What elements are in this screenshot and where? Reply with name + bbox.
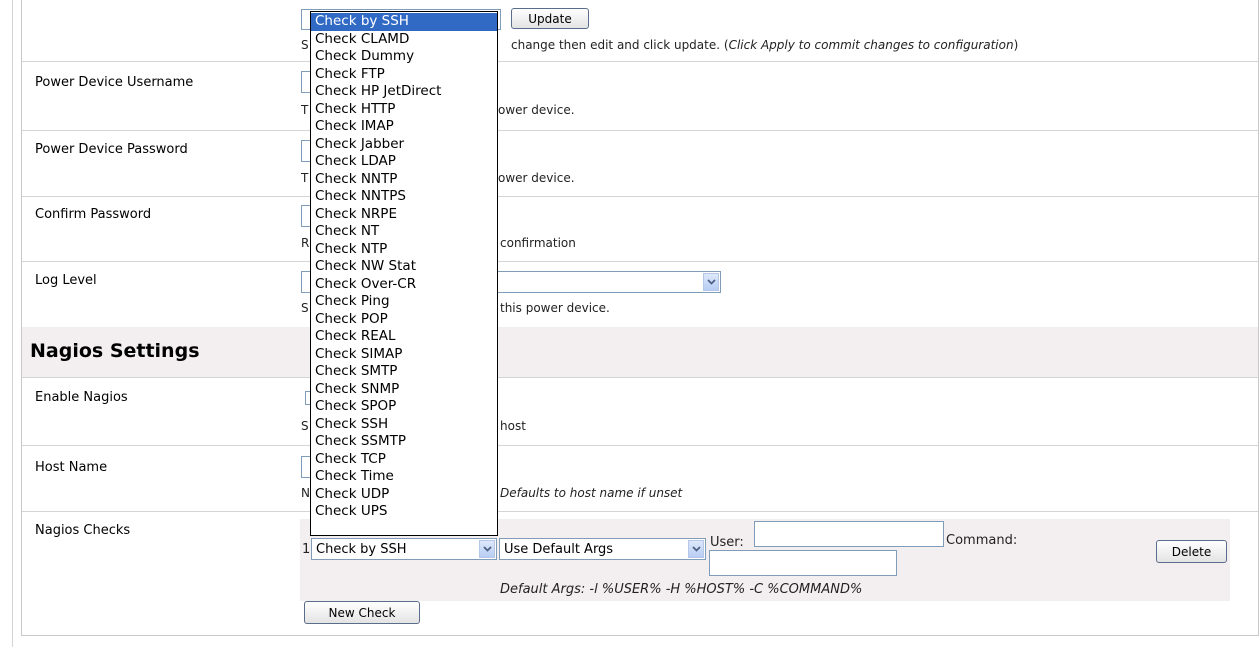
loglevel-help-prefix: S	[301, 301, 309, 315]
username-help: ower device.	[498, 103, 575, 117]
dropdown-option[interactable]: Check SIMAP	[311, 346, 497, 364]
dropdown-option[interactable]: Check NT	[311, 223, 497, 241]
nagios-checks-row: Nagios Checks 1 Check by SSH Use Default…	[22, 511, 1258, 635]
username-help-prefix: T	[301, 103, 309, 117]
hostname-row: Host Name N Defaults to host name if uns…	[22, 445, 1258, 512]
dropdown-option[interactable]: Check LDAP	[311, 153, 497, 171]
hostname-label: Host Name	[35, 460, 108, 475]
nagios-checks-label: Nagios Checks	[35, 523, 131, 538]
password-help-prefix: T	[301, 171, 309, 185]
delete-button[interactable]: Delete	[1156, 540, 1227, 563]
dropdown-option[interactable]: Check REAL	[311, 328, 497, 346]
hostname-help: Defaults to host name if unset	[500, 486, 683, 500]
top-help-text: change then edit and click update. (Clic…	[511, 38, 1019, 52]
password-label: Power Device Password	[35, 142, 188, 157]
dropdown-option[interactable]: Check SSMTP	[311, 433, 497, 451]
user-input[interactable]	[754, 521, 944, 547]
nagios-section-header: Nagios Settings	[22, 327, 1258, 378]
dropdown-option[interactable]: Check Time	[311, 468, 497, 486]
hostname-help-prefix: N	[301, 486, 310, 500]
user-label: User:	[710, 535, 744, 550]
confirm-label: Confirm Password	[35, 207, 152, 222]
dropdown-option[interactable]: Check SMTP	[311, 363, 497, 381]
dropdown-option[interactable]: Check Jabber	[311, 136, 497, 154]
check-index: 1	[302, 542, 311, 557]
dropdown-option[interactable]: Check Over-CR	[311, 276, 497, 294]
dropdown-option[interactable]: Check NNTP	[311, 171, 497, 189]
command-label: Command:	[946, 533, 1018, 548]
chevron-down-icon[interactable]	[703, 273, 719, 291]
new-check-button[interactable]: New Check	[304, 601, 420, 624]
dropdown-option[interactable]: Check HTTP	[311, 101, 497, 119]
enable-help: host	[500, 419, 526, 433]
dropdown-option[interactable]: Check NRPE	[311, 206, 497, 224]
dropdown-option[interactable]: Check FTP	[311, 66, 497, 84]
confirm-help: confirmation	[500, 236, 576, 250]
top-row: Update S change then edit and click upda…	[22, 0, 1258, 62]
loglevel-label: Log Level	[35, 273, 97, 288]
dropdown-option[interactable]: Check NNTPS	[311, 188, 497, 206]
dropdown-option[interactable]: Check TCP	[311, 451, 497, 469]
chevron-down-icon[interactable]	[688, 540, 704, 558]
dropdown-option[interactable]: Check NTP	[311, 241, 497, 259]
loglevel-help: this power device.	[500, 301, 610, 315]
check-type-dropdown-list[interactable]: Check by SSH Check CLAMD Check Dummy Check …	[310, 11, 498, 536]
dropdown-option[interactable]: Check UPS	[311, 503, 497, 521]
chevron-down-icon[interactable]	[479, 540, 495, 558]
dropdown-option[interactable]: Check SPOP	[311, 398, 497, 416]
confirm-help-prefix: R	[301, 236, 310, 250]
window-left-edge	[0, 0, 13, 647]
dropdown-option[interactable]: Check Dummy	[311, 48, 497, 66]
top-help: S	[301, 38, 309, 52]
confirm-row: Confirm Password R confirmation	[22, 196, 1258, 262]
section-title: Nagios Settings	[30, 340, 200, 362]
enable-nagios-row: Enable Nagios S host	[22, 377, 1258, 446]
username-label: Power Device Username	[35, 75, 194, 90]
dropdown-option[interactable]: Check CLAMD	[311, 31, 497, 49]
password-help: ower device.	[498, 171, 575, 185]
dropdown-option[interactable]: Check HP JetDirect	[311, 83, 497, 101]
enable-nagios-label: Enable Nagios	[35, 390, 128, 405]
settings-panel: Update S change then edit and click upda…	[21, 0, 1259, 636]
update-button[interactable]: Update	[511, 8, 589, 29]
dropdown-option[interactable]: Check NW Stat	[311, 258, 497, 276]
dropdown-option[interactable]: Check IMAP	[311, 118, 497, 136]
enable-help-prefix: S	[301, 419, 309, 433]
password-row: Power Device Password T ower device.	[22, 130, 1258, 197]
loglevel-row: Log Level S this power device.	[22, 261, 1258, 328]
command-input[interactable]	[709, 550, 897, 576]
default-args-text: Default Args: -l %USER% -H %HOST% -C %CO…	[500, 582, 863, 597]
check-type-value: Check by SSH	[316, 541, 407, 557]
args-value: Use Default Args	[504, 541, 614, 557]
args-select[interactable]: Use Default Args	[499, 538, 706, 560]
dropdown-option[interactable]: Check SNMP	[311, 381, 497, 399]
dropdown-option[interactable]: Check POP	[311, 311, 497, 329]
dropdown-option[interactable]: Check Ping	[311, 293, 497, 311]
username-row: Power Device Username T ower device.	[22, 61, 1258, 131]
check-type-select[interactable]: Check by SSH	[311, 538, 497, 560]
dropdown-option[interactable]: Check UDP	[311, 486, 497, 504]
dropdown-option[interactable]: Check by SSH	[311, 13, 497, 31]
dropdown-option[interactable]: Check SSH	[311, 416, 497, 434]
